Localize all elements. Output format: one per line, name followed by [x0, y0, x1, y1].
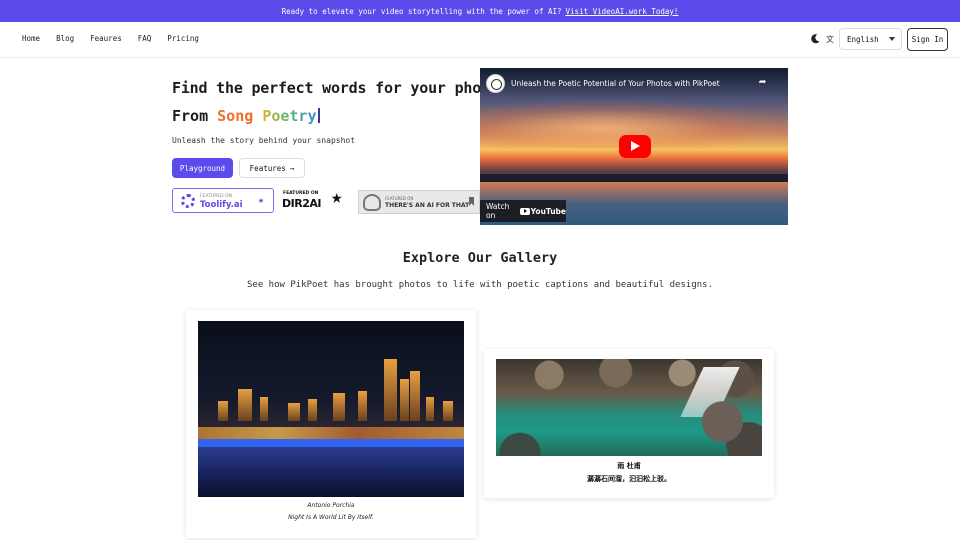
language-value: English	[847, 34, 879, 44]
hero-title: Find the perfect words for your photos	[172, 79, 508, 97]
translate-icon[interactable]: 文	[826, 34, 834, 45]
promo-banner: Ready to elevate your video storytelling…	[0, 0, 960, 22]
toolify-logo-icon	[181, 194, 195, 208]
youtube-logo-icon: YouTube	[519, 206, 566, 216]
card-caption-author: 雨 杜甫	[617, 461, 641, 470]
dir2ai-badge[interactable]: FEATURED ON DIR2AI ★	[280, 188, 353, 213]
channel-avatar[interactable]	[486, 74, 505, 93]
play-button[interactable]	[619, 135, 651, 158]
share-icon[interactable]: ➦	[759, 75, 766, 89]
gallery-card[interactable]: 雨 杜甫 潺潺石间溜，汩汩松上驳。	[484, 349, 774, 498]
aiforthat-badge[interactable]: FEATURED ON THERE'S AN AI FOR THAT	[358, 190, 480, 214]
nav-home[interactable]: Home	[22, 34, 40, 43]
toolify-badge[interactable]: FEATURED ON Toolify.ai ★	[172, 188, 274, 213]
youtube-logo-text: YouTube	[530, 206, 566, 216]
moon-icon[interactable]	[810, 33, 821, 44]
gallery-image-city-night	[198, 321, 464, 497]
hero-prefix: From	[172, 107, 209, 125]
aiforthat-badge-small: FEATURED ON	[385, 196, 414, 201]
playground-button[interactable]: Playground	[172, 158, 233, 178]
star-icon: ★	[258, 195, 265, 206]
gallery-title: Explore Our Gallery	[402, 250, 558, 266]
robot-icon	[363, 194, 381, 211]
banner-text: Ready to elevate your video storytelling…	[281, 6, 562, 16]
nav-faq[interactable]: FAQ	[138, 34, 152, 43]
gallery-subtitle: See how PikPoet has brought photos to li…	[247, 280, 713, 290]
hero-word-song: Song	[217, 107, 254, 125]
features-button-label: Features	[249, 163, 286, 173]
star-icon: ★	[331, 186, 343, 208]
gallery-card[interactable]: Antonio Porchia Night Is A World Lit By …	[186, 310, 476, 538]
hero-word-poetry: Poetry	[262, 107, 317, 125]
watch-on-label: Watch on	[486, 202, 510, 220]
typing-cursor	[317, 108, 320, 123]
features-button[interactable]: Features →	[239, 158, 305, 178]
dir2ai-badge-name: DIR2AI	[282, 197, 321, 210]
nav-pricing[interactable]: Pricing	[167, 34, 199, 43]
hero-subtitle: Unleash the story behind your snapshot	[172, 136, 356, 145]
chevron-down-icon	[889, 37, 895, 41]
hero-typewriter: From Song Poetry	[172, 107, 320, 125]
dir2ai-badge-small: FEATURED ON	[283, 191, 319, 196]
nav-features[interactable]: Feaures	[90, 34, 122, 43]
toolify-badge-small: FEATURED ON	[200, 194, 232, 199]
arrow-right-icon: →	[289, 163, 295, 173]
card-caption-author: Antonio Porchia	[307, 502, 355, 509]
video-title[interactable]: Unleash the Poetic Potential of Your Pho…	[511, 79, 720, 88]
card-caption-text: Night Is A World Lit By Itself.	[288, 514, 374, 521]
aiforthat-badge-name: THERE'S AN AI FOR THAT	[385, 202, 470, 209]
gallery-image-waterfall	[496, 359, 762, 456]
bookmark-icon	[469, 197, 474, 206]
language-select[interactable]: English	[839, 28, 902, 50]
watch-on-youtube[interactable]: Watch on YouTube	[480, 200, 566, 222]
toolify-badge-name: Toolify.ai	[200, 200, 243, 210]
video-thumbnail-shore	[480, 174, 788, 182]
nav-links: Home Blog Feaures FAQ Pricing	[22, 34, 215, 43]
banner-link[interactable]: Visit VideoAI.work Today!	[566, 7, 679, 16]
nav-blog[interactable]: Blog	[56, 34, 74, 43]
sign-in-button[interactable]: Sign In	[907, 28, 948, 51]
video-embed[interactable]: Unleash the Poetic Potential of Your Pho…	[480, 68, 788, 225]
card-caption-text: 潺潺石间溜，汩汩松上驳。	[587, 474, 671, 483]
